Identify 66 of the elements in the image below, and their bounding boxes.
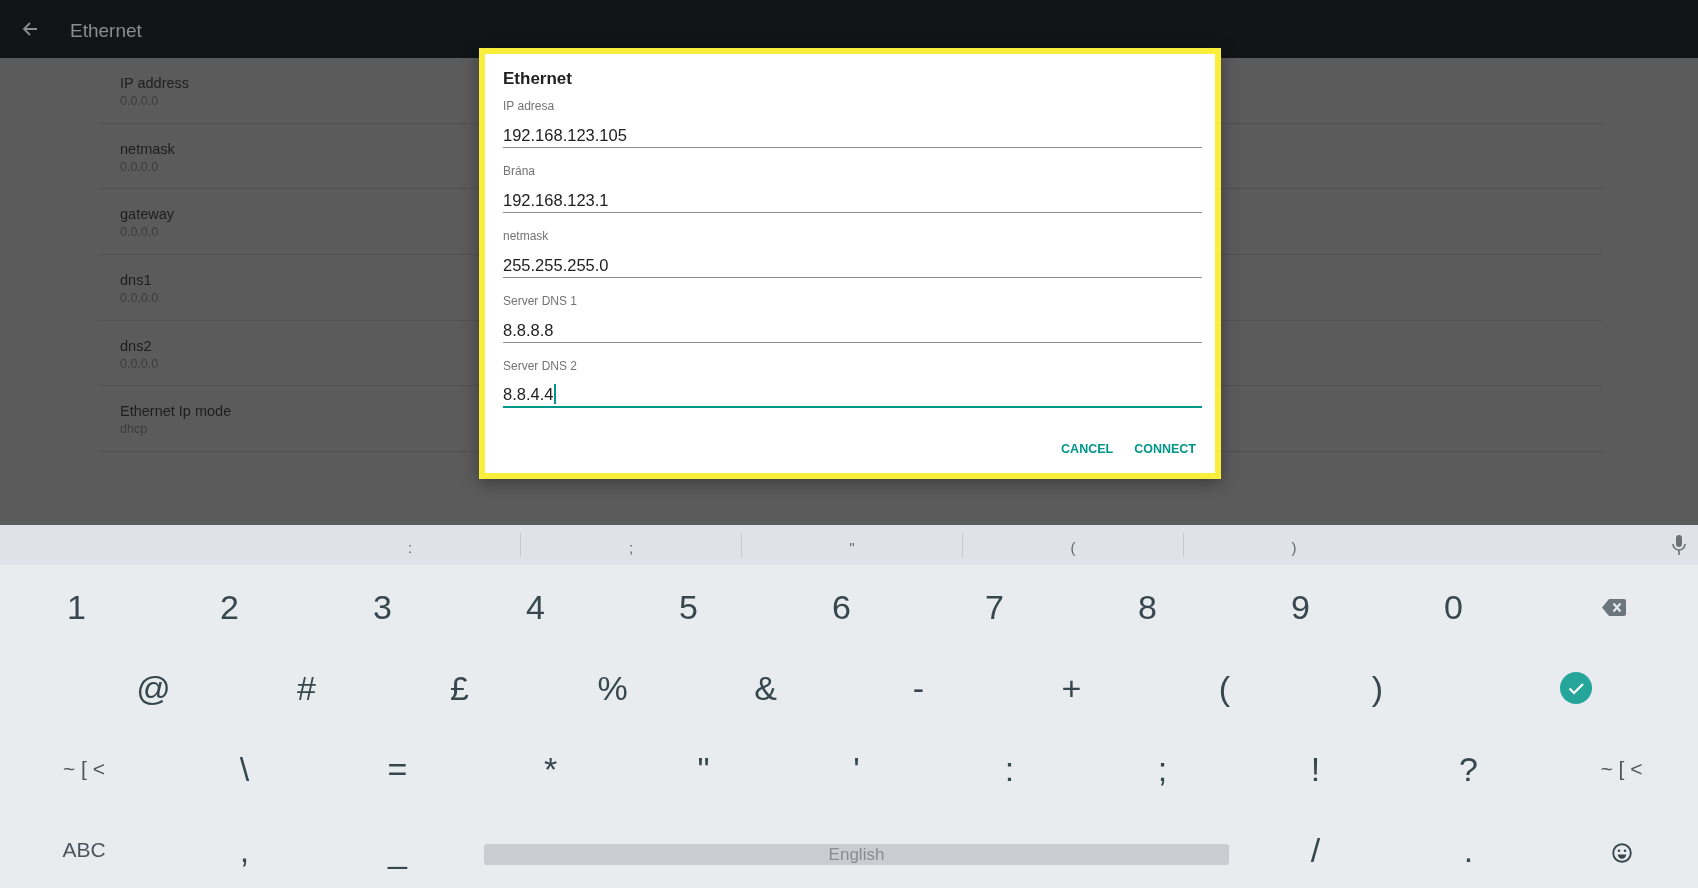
setting-title: dns1 [120,271,152,290]
keyboard-key[interactable]: 8 [1138,587,1157,628]
keyboard-key[interactable]: _ [388,829,407,870]
keyboard-key[interactable]: 4 [526,587,545,628]
keyboard-key[interactable]: ABC [62,836,106,863]
keyboard-key[interactable]: * [543,748,558,789]
keyboard-key[interactable]: 2 [220,587,239,628]
keyboard-key[interactable]: 6 [832,587,851,628]
microphone-icon[interactable] [1672,535,1686,555]
dialog-action-button[interactable]: CANCEL [1055,434,1120,465]
keyboard-key[interactable]: : [1004,748,1015,789]
keyboard-key[interactable]: ~ [ < [1600,755,1643,782]
keyboard-key[interactable]: 3 [373,587,392,628]
smiley-icon[interactable] [1611,842,1632,863]
checkmark-icon[interactable] [1560,672,1592,705]
keyboard-key[interactable]: % [597,668,628,709]
keyboard-key[interactable]: £ [450,668,469,709]
field-label: Brána [503,163,536,179]
keyboard-key[interactable]: " [697,748,710,789]
keyboard-key[interactable]: # [297,668,316,709]
keyboard-key[interactable]: ! [1310,748,1321,789]
dialog-title: Ethernet [503,68,572,90]
keyboard-key[interactable]: ; [1157,748,1168,789]
keyboard-key[interactable]: ~ [ < [63,755,105,782]
keyboard-key[interactable]: ) [1371,668,1384,709]
keyboard-key[interactable]: = [387,748,408,789]
setting-title: dns2 [120,336,152,355]
field-label: netmask [503,228,549,244]
backspace-icon[interactable] [1602,598,1626,616]
keyboard-key[interactable]: - [912,668,925,709]
keyboard-key[interactable]: . [1463,829,1474,870]
suggestion-item[interactable]: ( [1070,539,1076,557]
suggestion-item[interactable]: " [849,539,855,557]
text-field[interactable]: 8.8.4.4 [503,384,1202,408]
setting-title: IP address [120,74,190,92]
keyboard-key[interactable]: 1 [67,587,86,628]
keyboard-key[interactable]: & [754,668,777,709]
keyboard-key[interactable]: @ [136,668,171,709]
text-cursor-icon [554,384,557,404]
keyboard-key[interactable]: 7 [985,587,1004,628]
keyboard-key[interactable]: ? [1459,748,1478,789]
setting-title: gateway [120,205,174,224]
text-field[interactable]: 192.168.123.105 [503,124,1202,148]
keyboard-key[interactable]: 0 [1444,587,1463,628]
field-label: IP adresa [503,98,555,114]
suggestion-item[interactable]: ; [628,539,634,557]
text-field[interactable]: 255.255.255.0 [503,254,1202,278]
keyboard-key[interactable]: \ [239,748,250,789]
text-field[interactable]: 192.168.123.1 [503,189,1202,213]
setting-title: Ethernet Ip mode [120,402,232,421]
field-label: Server DNS 1 [503,293,578,309]
text-field[interactable]: 8.8.8.8 [503,319,1202,343]
app-bar-title: Ethernet [70,18,142,43]
keyboard-key[interactable]: ( [1218,668,1231,709]
keyboard-key[interactable]: , [239,829,250,870]
suggestion-item[interactable]: ) [1291,539,1297,557]
keyboard-key[interactable]: / [1310,829,1321,870]
field-label: Server DNS 2 [503,358,578,374]
suggestion-item[interactable]: : [407,539,413,557]
keyboard-key[interactable]: 5 [679,587,698,628]
keyboard-key[interactable]: ' [853,748,860,789]
keyboard-key[interactable]: 9 [1291,587,1310,628]
keyboard-key[interactable]: + [1061,668,1082,709]
setting-title: netmask [120,139,175,158]
dialog-action-button[interactable]: CONNECT [1128,434,1202,465]
back-arrow-icon[interactable] [22,21,38,37]
